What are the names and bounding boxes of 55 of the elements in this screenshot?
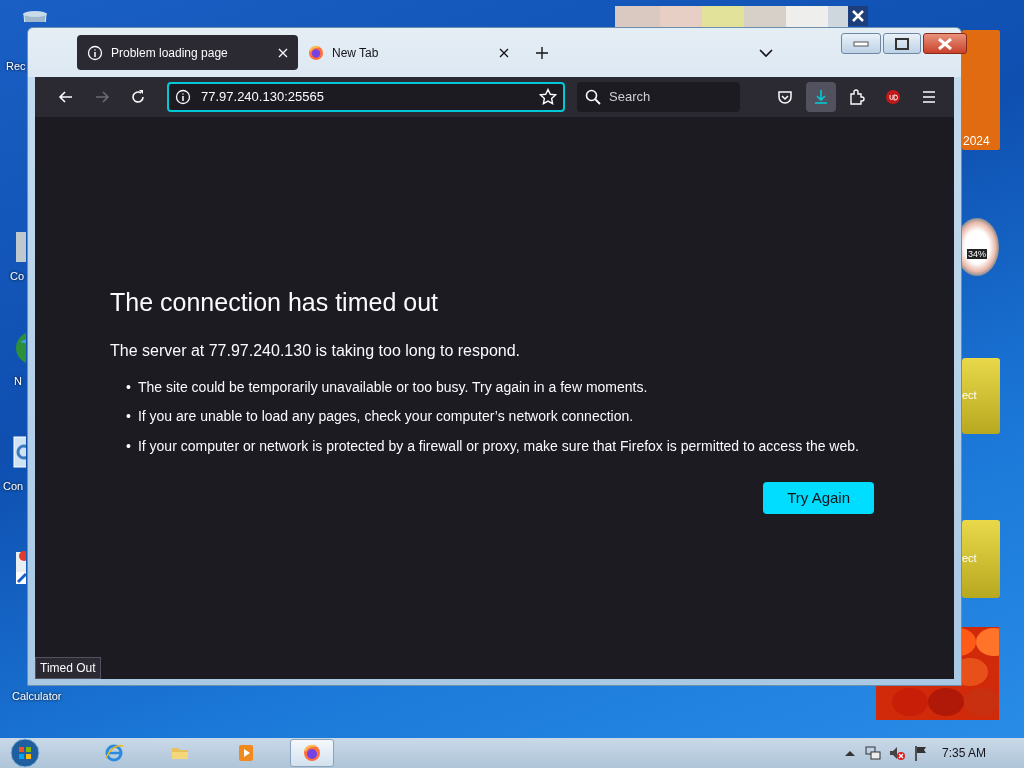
- bullet: •: [126, 407, 131, 427]
- desktop-icon-label[interactable]: Con: [3, 480, 24, 494]
- downloads-button[interactable]: [806, 82, 836, 112]
- start-button-icon[interactable]: [8, 738, 42, 768]
- tile-label: ect: [962, 389, 977, 403]
- browser-e-icon: [104, 743, 124, 763]
- browser-tab[interactable]: Problem loading page: [77, 35, 298, 70]
- menu-icon: [921, 90, 937, 104]
- firefox-logo-icon: [308, 44, 324, 61]
- search-field[interactable]: Search: [577, 82, 740, 112]
- desktop-icon-label[interactable]: N: [14, 375, 22, 389]
- maximize-icon: [895, 37, 909, 50]
- pocket-icon: [777, 89, 793, 105]
- close-icon: [937, 37, 953, 50]
- close-icon[interactable]: [499, 47, 509, 58]
- bullet: •: [126, 436, 131, 456]
- firefox-logo-icon: [302, 743, 322, 763]
- error-message: The server at 77.97.240.130 is taking too long to respond.: [110, 341, 522, 361]
- address-field[interactable]: 77.97.240.130:25565: [199, 86, 531, 108]
- meter-reading: 34%: [967, 248, 987, 260]
- chevron-down-icon: [759, 47, 773, 58]
- desktop-icon-label[interactable]: Co: [10, 270, 25, 284]
- status-text: Timed Out: [35, 657, 101, 679]
- minimize-button[interactable]: [841, 33, 881, 54]
- puzzle-piece-icon: [849, 89, 865, 105]
- try-again-button[interactable]: Try Again: [763, 481, 874, 515]
- info-icon[interactable]: [175, 89, 191, 105]
- clock[interactable]: 7:35 AM: [941, 744, 986, 762]
- search-icon: [585, 89, 601, 105]
- desktop-icon-label[interactable]: Calculator: [12, 690, 62, 704]
- tile-label: ect: [962, 552, 977, 566]
- network-icon[interactable]: [863, 744, 882, 762]
- minimize-icon: [853, 40, 869, 47]
- bullet: •: [126, 378, 131, 397]
- reload-icon: [130, 89, 146, 105]
- search-input[interactable]: Search: [607, 86, 732, 108]
- desktop-icon-label[interactable]: Rec: [6, 60, 26, 74]
- close-icon[interactable]: [848, 6, 868, 26]
- close-button[interactable]: [923, 33, 967, 54]
- forward-arrow-icon: [94, 89, 110, 105]
- info-icon: [87, 44, 103, 61]
- plus-icon: [535, 45, 549, 60]
- browser-tab[interactable]: New Tab: [298, 35, 519, 70]
- star-icon[interactable]: [539, 88, 557, 106]
- taskbar-button[interactable]: [290, 739, 334, 767]
- error-tip: If you are unable to load any pages, check your computer’s network connection.: [137, 407, 634, 427]
- media-player-icon: [236, 743, 256, 763]
- error-tip: The site could be temporarily unavailable or too busy. Try again in a few moments.: [137, 378, 648, 397]
- back-arrow-icon: [58, 89, 74, 105]
- error-heading: The connection has timed out: [110, 287, 439, 317]
- error-tip: If your computer or network is protected by a firewall or proxy, make sure that Firefox is permitted to access the web.: [137, 436, 859, 456]
- download-arrow-icon: [813, 89, 829, 105]
- calendar-year: 2024: [963, 133, 990, 148]
- address-bar[interactable]: 77.97.240.130:25565: [167, 82, 565, 112]
- maximize-button[interactable]: [883, 33, 921, 54]
